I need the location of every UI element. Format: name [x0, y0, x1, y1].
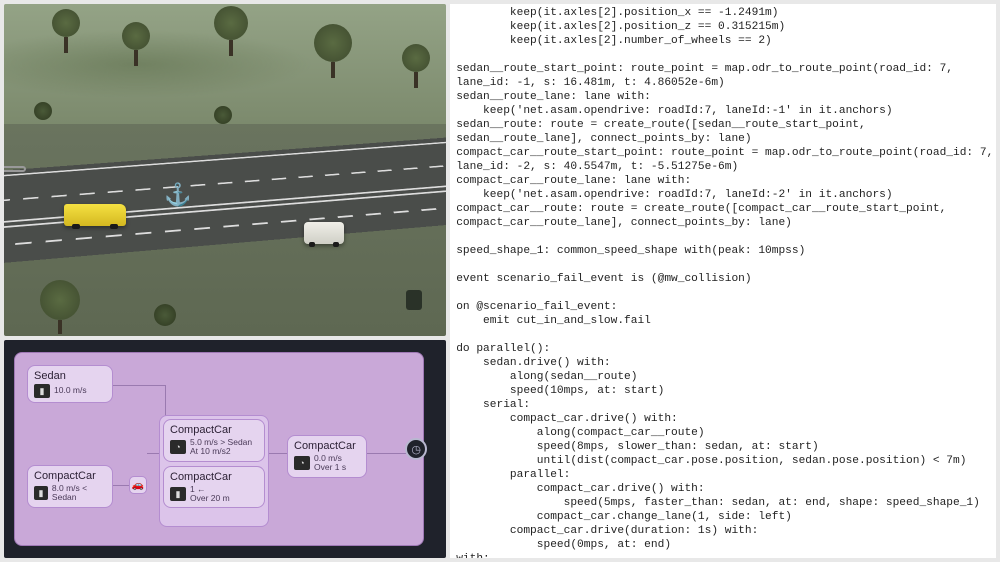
- vehicle-compact[interactable]: [304, 222, 344, 244]
- node-title: CompactCar: [34, 470, 106, 482]
- code-editor-panel[interactable]: keep(it.axles[2].position_x == -1.2491m)…: [450, 4, 996, 558]
- node-title: CompactCar: [170, 471, 258, 483]
- node-detail: 5.0 m/s > SedanAt 10 m/s2: [190, 438, 252, 457]
- road-icon: ▮: [34, 384, 50, 398]
- graph-node-sedan[interactable]: Sedan ▮ 10.0 m/s: [27, 365, 113, 403]
- gauge-icon: ◔: [170, 440, 186, 454]
- vehicle-link-chip[interactable]: 🚗: [129, 476, 147, 494]
- graph-node-compact-stop[interactable]: CompactCar ◔ 0.0 m/sOver 1 s: [287, 435, 367, 478]
- node-title: CompactCar: [170, 424, 258, 436]
- node-title: Sedan: [34, 370, 106, 382]
- graph-connector: [147, 453, 159, 454]
- graph-connector: [111, 485, 129, 486]
- graph-connector: [267, 453, 287, 454]
- bush-icon: [34, 102, 52, 120]
- graph-node-compact-start[interactable]: CompactCar ▮ 8.0 m/s < Sedan: [27, 465, 113, 508]
- tree-icon: [52, 9, 80, 53]
- road-icon: ▮: [34, 486, 48, 500]
- lane-divider-dashed: [4, 161, 446, 207]
- node-detail: 0.0 m/sOver 1 s: [314, 454, 346, 473]
- axle-indicator: [4, 166, 26, 172]
- trash-bin-prop: [406, 290, 422, 310]
- tree-icon: [402, 44, 430, 88]
- tree-icon: [314, 24, 352, 78]
- left-column: ⚓ Sedan ▮ 10.0 m/s: [4, 4, 446, 558]
- tree-icon: [40, 280, 80, 334]
- tree-icon: [214, 6, 248, 56]
- tree-icon: [122, 22, 150, 66]
- road-surface: [4, 135, 446, 271]
- scenario-code[interactable]: keep(it.axles[2].position_x == -1.2491m)…: [450, 4, 996, 558]
- node-title: CompactCar: [294, 440, 360, 452]
- scenario-graph-panel[interactable]: Sedan ▮ 10.0 m/s CompactCar ▮ 8.0 m/s < …: [4, 340, 446, 558]
- graph-group-parallel[interactable]: CompactCar ◔ 5.0 m/s > SedanAt 10 m/s2 C…: [159, 415, 269, 527]
- anchor-icon: ⚓: [164, 182, 191, 208]
- gauge-icon: ◔: [294, 456, 310, 470]
- road-icon: ▮: [170, 487, 186, 501]
- app-root: ⚓ Sedan ▮ 10.0 m/s: [0, 0, 1000, 562]
- vehicle-sedan[interactable]: [64, 204, 126, 226]
- bush-icon: [214, 106, 232, 124]
- graph-node-compact-lanechange[interactable]: CompactCar ▮ 1 ←Over 20 m: [163, 466, 265, 509]
- timeline-clock-button[interactable]: ◷: [405, 438, 427, 460]
- node-speed: 8.0 m/s < Sedan: [52, 484, 106, 503]
- road-edge-line: [4, 139, 446, 181]
- graph-connector: [111, 385, 166, 386]
- simulation-viewport[interactable]: ⚓: [4, 4, 446, 336]
- bush-icon: [154, 304, 176, 326]
- graph-node-compact-speedup[interactable]: CompactCar ◔ 5.0 m/s > SedanAt 10 m/s2: [163, 419, 265, 462]
- graph-container: Sedan ▮ 10.0 m/s CompactCar ▮ 8.0 m/s < …: [14, 352, 424, 546]
- node-speed: 10.0 m/s: [54, 386, 87, 395]
- graph-connector: [365, 453, 407, 454]
- node-detail: 1 ←Over 20 m: [190, 485, 230, 504]
